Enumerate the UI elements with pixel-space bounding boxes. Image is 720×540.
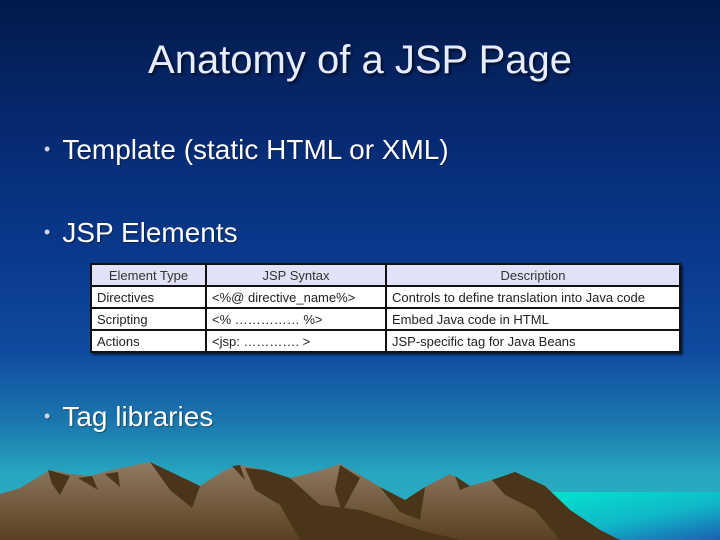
cell-element-type: Actions bbox=[90, 329, 207, 353]
cell-description: Embed Java code in HTML bbox=[385, 307, 681, 331]
bullet-jsp-elements: • JSP Elements bbox=[44, 217, 238, 249]
bullet-tag-libraries: • Tag libraries bbox=[44, 401, 213, 433]
cell-jsp-syntax: <%@ directive_name%> bbox=[205, 285, 387, 309]
table-row: Directives <%@ directive_name%> Controls… bbox=[90, 285, 681, 309]
table-header-row: Element Type JSP Syntax Description bbox=[90, 263, 681, 287]
bullet-icon: • bbox=[44, 222, 51, 242]
table-row: Actions <jsp: …………. > JSP-specific tag f… bbox=[90, 329, 681, 353]
slide: Anatomy of a JSP Page • Template (static … bbox=[0, 0, 720, 540]
bullet-text: JSP Elements bbox=[62, 217, 238, 248]
header-jsp-syntax: JSP Syntax bbox=[205, 263, 387, 287]
cell-description: JSP-specific tag for Java Beans bbox=[385, 329, 681, 353]
cell-description: Controls to define translation into Java… bbox=[385, 285, 681, 309]
bullet-icon: • bbox=[44, 406, 51, 426]
cell-element-type: Directives bbox=[90, 285, 207, 309]
bullet-text: Template (static HTML or XML) bbox=[62, 134, 449, 165]
slide-title: Anatomy of a JSP Page bbox=[148, 38, 572, 82]
bullet-template: • Template (static HTML or XML) bbox=[44, 134, 449, 166]
cell-jsp-syntax: <% …………… %> bbox=[205, 307, 387, 331]
header-description: Description bbox=[385, 263, 681, 287]
cell-element-type: Scripting bbox=[90, 307, 207, 331]
bullet-text: Tag libraries bbox=[62, 401, 214, 432]
bullet-icon: • bbox=[44, 139, 51, 159]
cell-jsp-syntax: <jsp: …………. > bbox=[205, 329, 387, 353]
jsp-elements-table: Element Type JSP Syntax Description Dire… bbox=[90, 263, 681, 353]
header-element-type: Element Type bbox=[90, 263, 207, 287]
table-row: Scripting <% …………… %> Embed Java code in… bbox=[90, 307, 681, 331]
